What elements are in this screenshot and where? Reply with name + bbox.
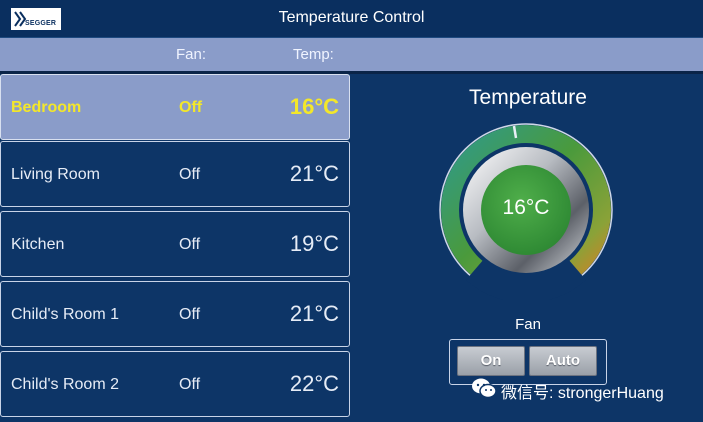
room-fan-status: Off (179, 99, 203, 116)
room-name: Living Room (11, 166, 100, 183)
dial-temperature-value: 16°C (502, 196, 550, 219)
room-fan-status: Off (179, 166, 201, 183)
room-row-childs-room-1[interactable]: Child's Room 1 Off 21°C (0, 281, 350, 347)
wechat-icon (472, 378, 497, 399)
room-temperature: 21°C (289, 161, 339, 186)
room-row-kitchen[interactable]: Kitchen Off 19°C (0, 211, 350, 277)
page-title: Temperature Control (278, 9, 425, 26)
room-fan-status: Off (179, 306, 201, 323)
room-list: Bedroom Off 16°C Living Room Off 21°C Ki… (0, 74, 352, 422)
room-row-living-room[interactable]: Living Room Off 21°C (0, 141, 350, 207)
fan-auto-button[interactable]: Auto (529, 346, 597, 376)
room-temperature: 22°C (289, 371, 339, 396)
room-row-bedroom[interactable]: Bedroom Off 16°C (0, 74, 350, 140)
title-bar: SEGGER Temperature Control (0, 0, 703, 38)
room-name: Child's Room 2 (11, 376, 119, 393)
room-name: Bedroom (11, 99, 82, 116)
fan-on-button[interactable]: On (457, 346, 525, 376)
room-name: Kitchen (11, 236, 65, 253)
room-temperature: 16°C (289, 94, 339, 119)
room-temperature: 19°C (289, 231, 339, 256)
fan-label: Fan (515, 316, 541, 333)
room-row-childs-room-2[interactable]: Child's Room 2 Off 22°C (0, 351, 350, 417)
temperature-panel-title: Temperature (469, 86, 587, 109)
room-fan-status: Off (179, 236, 201, 253)
column-header-temp: Temp: (293, 46, 334, 63)
room-fan-status: Off (179, 376, 201, 393)
room-name: Child's Room 1 (11, 306, 119, 323)
column-header: Fan: Temp: (0, 38, 703, 71)
column-header-fan: Fan: (176, 46, 207, 63)
room-temperature: 21°C (289, 301, 339, 326)
temperature-control-screen: SEGGER Temperature Control Fan: Temp: Be… (0, 0, 703, 422)
watermark-text: 微信号: strongerHuang (501, 385, 664, 402)
